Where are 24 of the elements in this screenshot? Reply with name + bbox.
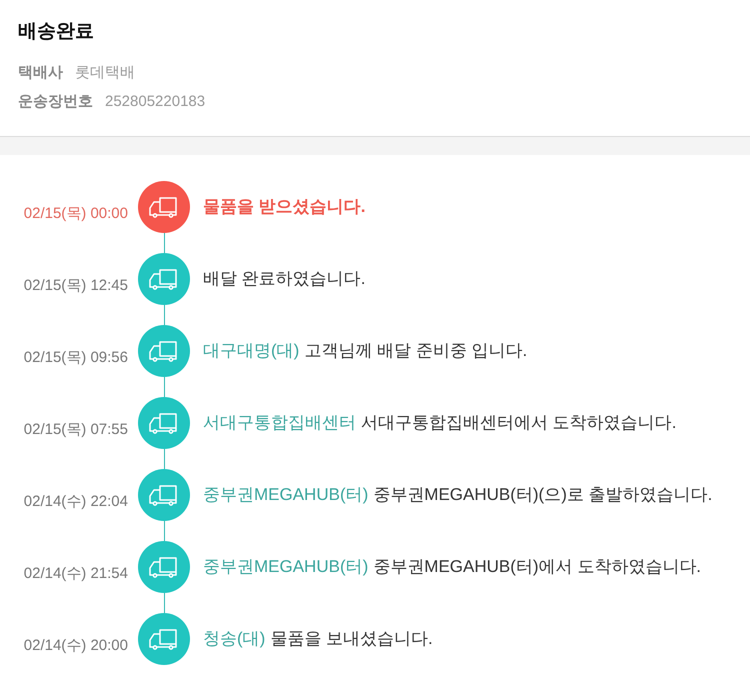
status-message: 중부권MEGAHUB(터)에서 도착하였습니다. bbox=[373, 558, 702, 575]
location-name: 청송(대) bbox=[203, 630, 266, 647]
detail-label: 택배사 bbox=[18, 63, 63, 83]
detail-label: 운송장번호 bbox=[18, 92, 93, 112]
status-message: 물품을 받으셨습니다. bbox=[203, 198, 366, 215]
location-name: 대구대명(대) bbox=[203, 342, 300, 359]
event-time: 02/14(수) 20:00 bbox=[22, 638, 128, 653]
status-message: 서대구통합집배센터에서 도착하였습니다. bbox=[361, 414, 676, 431]
event-time: 02/15(목) 12:45 bbox=[22, 278, 128, 293]
page-title: 배송완료 bbox=[18, 20, 94, 44]
event-time: 02/15(목) 09:56 bbox=[22, 350, 128, 365]
event-time: 02/14(수) 22:04 bbox=[22, 494, 128, 509]
location-name: 서대구통합집배센터 bbox=[203, 414, 356, 431]
location-name: 중부권MEGAHUB(터) bbox=[203, 558, 368, 575]
status-message: 중부권MEGAHUB(터)(으)로 출발하였습니다. bbox=[373, 486, 712, 503]
event-time: 02/15(목) 07:55 bbox=[22, 422, 128, 437]
event-time: 02/14(수) 21:54 bbox=[22, 566, 128, 581]
detail-value: 롯데택배 bbox=[75, 63, 135, 83]
status-message: 고객님께 배달 준비중 입니다. bbox=[304, 342, 528, 359]
status-message: 물품을 보내셨습니다. bbox=[270, 630, 433, 647]
location-name: 중부권MEGAHUB(터) bbox=[203, 486, 368, 503]
detail-value: 252805220183 bbox=[105, 92, 206, 112]
event-time: 02/15(목) 00:00 bbox=[22, 206, 128, 221]
status-message: 배달 완료하였습니다. bbox=[203, 270, 366, 287]
